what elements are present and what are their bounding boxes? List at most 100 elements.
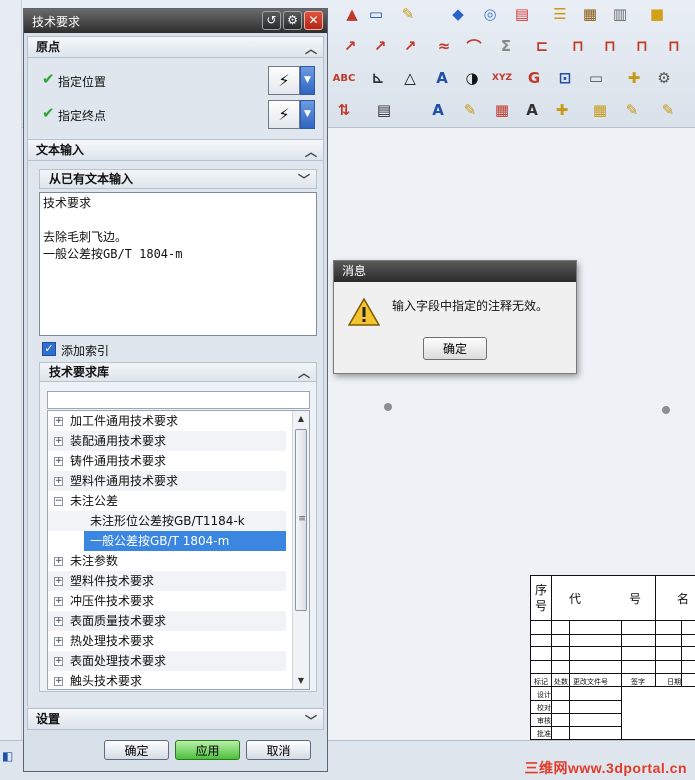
tool-icon-23[interactable]: ⊾ <box>366 66 390 90</box>
tree-item[interactable]: + 铸件通用技术要求 <box>48 451 286 471</box>
expand-icon[interactable]: + <box>54 577 63 586</box>
tree-item[interactable]: + 未注参数 <box>48 551 286 571</box>
expand-icon[interactable]: + <box>54 477 63 486</box>
tool-icon-4[interactable]: ◆ <box>446 2 470 26</box>
tool-icon-38[interactable]: ▦ <box>588 98 612 122</box>
tool-icon-20[interactable]: ⊓ <box>630 34 654 58</box>
tool-icon-11[interactable]: ↗ <box>338 34 362 58</box>
tree-item[interactable]: + 表面处理技术要求 <box>48 651 286 671</box>
specify-location-button[interactable]: ⚡ <box>268 66 300 95</box>
add-index-checkbox[interactable]: ✓ <box>42 342 56 356</box>
tool-icon-31[interactable]: ✚ <box>622 66 646 90</box>
tool-icon-8[interactable]: ▦ <box>578 2 602 26</box>
tool-icon-29[interactable]: ⊡ <box>553 66 577 90</box>
tool-icon-27[interactable]: XYZ <box>490 66 514 90</box>
sort-icon[interactable]: ⇅ <box>332 98 356 122</box>
tree-item[interactable]: + 装配通用技术要求 <box>48 431 286 451</box>
tool-icon-16[interactable]: Σ <box>494 34 518 58</box>
tree-item[interactable]: + 冲压件技术要求 <box>48 591 286 611</box>
specify-endpoint-button[interactable]: ⚡ <box>268 100 300 129</box>
tool-icon-36[interactable]: A <box>520 98 544 122</box>
tool-icon-30[interactable]: ▭ <box>584 66 608 90</box>
tool-icon-6[interactable]: ▤ <box>510 2 534 26</box>
tree-item-label: 表面处理技术要求 <box>70 654 167 668</box>
expand-icon[interactable]: + <box>54 557 63 566</box>
tool-icon-7[interactable]: ☰ <box>548 2 572 26</box>
tool-icon-22[interactable]: ABC <box>332 66 356 90</box>
tool-icon-28[interactable]: G <box>522 66 546 90</box>
tool-icon-33[interactable]: A <box>426 98 450 122</box>
expand-icon[interactable]: + <box>54 617 63 626</box>
message-ok-button[interactable]: 确定 <box>423 337 487 360</box>
tree-item-selected[interactable]: 一般公差按GB/T 1804-m <box>84 531 286 551</box>
library-filter-field[interactable] <box>47 391 310 409</box>
tree-scrollbar[interactable]: ▲ ≡ ▼ <box>292 411 309 689</box>
tree-item[interactable]: + 热处理技术要求 <box>48 631 286 651</box>
tool-icon-3[interactable]: ✎ <box>396 2 420 26</box>
tool-icon-19[interactable]: ⊓ <box>598 34 622 58</box>
section-settings-header[interactable]: 设置 ﹀ <box>27 708 324 730</box>
tool-icon-1[interactable]: ▲ <box>340 2 364 26</box>
tool-icon-34[interactable]: ✎ <box>458 98 482 122</box>
scroll-up-icon[interactable]: ▲ <box>293 411 309 427</box>
tool-icon-12[interactable]: ↗ <box>368 34 392 58</box>
requirements-text-area[interactable]: 技术要求 去除毛刺飞边。 一般公差按GB/T 1804-m <box>39 192 317 336</box>
tool-icon-24[interactable]: △ <box>398 66 422 90</box>
settings-gear-icon[interactable]: ⚙ <box>283 11 302 30</box>
dialog-title: 技术要求 <box>32 15 81 29</box>
tb-mini-label: 更改文件号 <box>573 678 608 686</box>
tool-icon-15[interactable]: ⌒ <box>462 34 486 58</box>
expand-icon[interactable]: + <box>54 657 63 666</box>
specify-endpoint-dropdown[interactable]: ▼ <box>300 100 315 129</box>
tool-icon-9[interactable]: ▥ <box>608 2 632 26</box>
tool-icon-40[interactable]: ✎ <box>656 98 680 122</box>
gear-icon[interactable]: ⚙ <box>652 66 676 90</box>
tool-icon-35[interactable]: ▦ <box>490 98 514 122</box>
tool-icon-5[interactable]: ◎ <box>478 2 502 26</box>
chevron-up-icon: ︿ <box>297 366 310 380</box>
apply-button[interactable]: 应用 <box>175 740 240 760</box>
tool-icon-10[interactable]: ■ <box>645 2 669 26</box>
specify-location-dropdown[interactable]: ▼ <box>300 66 315 95</box>
tree-item[interactable]: + 塑料件通用技术要求 <box>48 471 286 491</box>
section-origin-header[interactable]: 原点 ︿ <box>27 36 324 58</box>
scroll-down-icon[interactable]: ▼ <box>293 673 309 689</box>
tool-icon-37[interactable]: ✚ <box>550 98 574 122</box>
expand-icon[interactable]: + <box>54 437 63 446</box>
collapse-icon[interactable]: − <box>54 497 63 506</box>
expand-icon[interactable]: + <box>54 597 63 606</box>
tree-item[interactable]: 未注形位公差按GB/T1184-k <box>48 511 286 531</box>
tool-icon-26[interactable]: ◑ <box>460 66 484 90</box>
expand-icon[interactable]: + <box>54 637 63 646</box>
reset-icon[interactable]: ↺ <box>262 11 281 30</box>
tool-icon-18[interactable]: ⊓ <box>566 34 590 58</box>
ok-button[interactable]: 确定 <box>104 740 169 760</box>
tool-icon-39[interactable]: ✎ <box>620 98 644 122</box>
tool-icon-25[interactable]: A <box>430 66 454 90</box>
tb-line <box>531 700 621 701</box>
section-text-input-header[interactable]: 文本输入 ︿ <box>27 139 324 161</box>
tool-icon-14[interactable]: ≈ <box>432 34 456 58</box>
tree-item-label: 铸件通用技术要求 <box>70 454 167 468</box>
close-icon[interactable]: ✕ <box>304 11 323 30</box>
tb-line <box>531 634 695 635</box>
tree-item[interactable]: + 塑料件技术要求 <box>48 571 286 591</box>
tree-item-expanded[interactable]: − 未注公差 <box>48 491 286 511</box>
tool-icon-21[interactable]: ⊓ <box>662 34 686 58</box>
tree-item[interactable]: + 加工件通用技术要求 <box>48 411 286 431</box>
tree-item[interactable]: + 触头技术要求 <box>48 671 286 689</box>
tree-item[interactable]: + 表面质量技术要求 <box>48 611 286 631</box>
expand-icon[interactable]: + <box>54 677 63 686</box>
library-tree[interactable]: + 加工件通用技术要求 + 装配通用技术要求 + 铸件通用技术要求 + 塑料件通… <box>47 410 310 690</box>
tool-icon-2[interactable]: ▭ <box>364 2 388 26</box>
tool-icon-13[interactable]: ↗ <box>398 34 422 58</box>
tech-library-header[interactable]: 技术要求库 ︿ <box>39 362 317 382</box>
tb-line <box>531 726 621 727</box>
cancel-button[interactable]: 取消 <box>246 740 311 760</box>
tool-icon-32[interactable]: ▤ <box>372 98 396 122</box>
scroll-thumb[interactable]: ≡ <box>295 429 307 611</box>
from-existing-text-header[interactable]: 从已有文本输入 ﹀ <box>39 169 317 189</box>
expand-icon[interactable]: + <box>54 457 63 466</box>
tool-icon-17[interactable]: ⊏ <box>530 34 554 58</box>
expand-icon[interactable]: + <box>54 417 63 426</box>
